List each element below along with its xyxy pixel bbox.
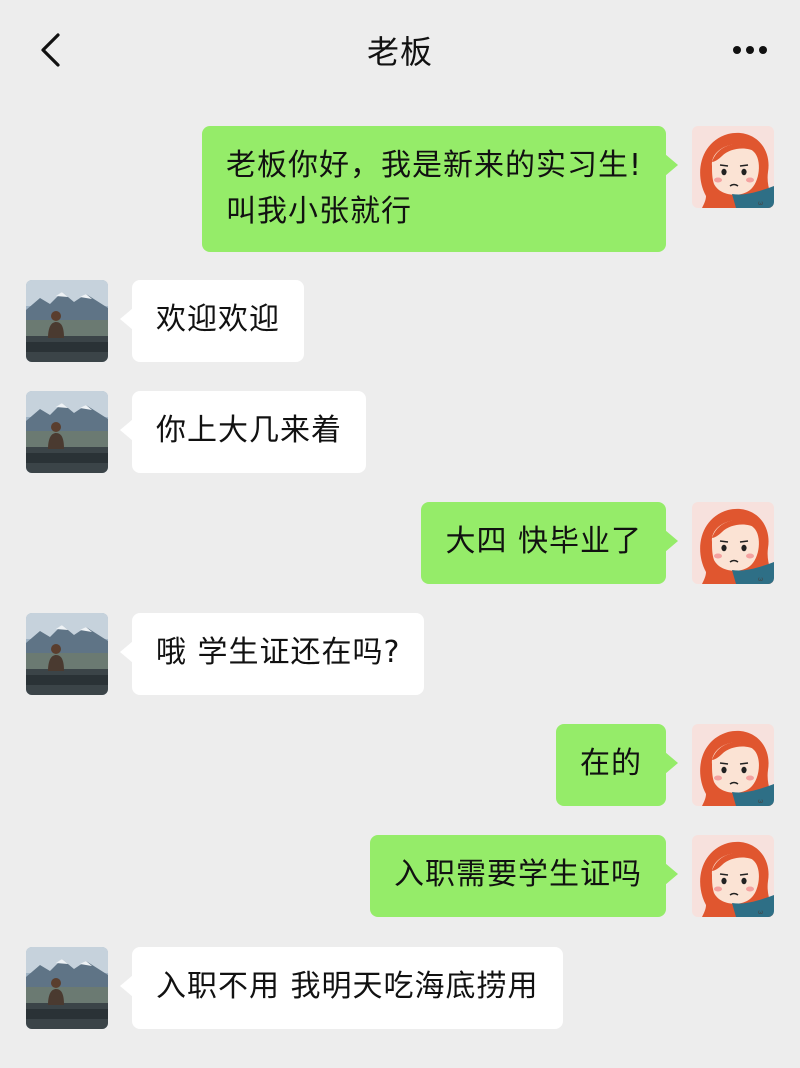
message-bubble-received[interactable]: 欢迎欢迎	[120, 280, 304, 362]
chat-screen: 老板 老板你好，我是新来的实习生! 叫我小张就行 欢迎欢迎 你上大几来着 大四 …	[0, 0, 800, 1068]
message-row-sent: 在的	[556, 724, 774, 806]
message-bubble-sent[interactable]: 入职需要学生证吗	[370, 835, 678, 917]
back-button[interactable]	[30, 28, 70, 72]
user-avatar[interactable]	[692, 724, 774, 806]
boss-avatar[interactable]	[26, 391, 108, 473]
user-avatar[interactable]	[692, 835, 774, 917]
more-dots-icon	[733, 46, 767, 54]
message-bubble-received[interactable]: 入职不用 我明天吃海底捞用	[120, 947, 563, 1029]
message-row-received: 入职不用 我明天吃海底捞用	[26, 947, 563, 1029]
message-row-received: 欢迎欢迎	[26, 280, 304, 362]
message-row-sent: 入职需要学生证吗	[370, 835, 774, 917]
message-row-sent: 老板你好，我是新来的实习生! 叫我小张就行	[201, 126, 774, 252]
chat-header: 老板	[0, 0, 800, 100]
message-bubble-sent[interactable]: 大四 快毕业了	[421, 502, 678, 584]
user-avatar[interactable]	[692, 126, 774, 208]
boss-avatar[interactable]	[26, 947, 108, 1029]
message-bubble-received[interactable]: 你上大几来着	[120, 391, 366, 473]
message-row-received: 哦 学生证还在吗?	[26, 613, 425, 695]
message-bubble-sent[interactable]: 老板你好，我是新来的实习生! 叫我小张就行	[201, 126, 679, 252]
user-avatar[interactable]	[692, 502, 774, 584]
more-button[interactable]	[730, 34, 770, 66]
boss-avatar[interactable]	[26, 613, 108, 695]
message-row-sent: 大四 快毕业了	[421, 502, 774, 584]
message-row-received: 你上大几来着	[26, 391, 366, 473]
chat-title: 老板	[366, 33, 433, 71]
message-bubble-sent[interactable]: 在的	[556, 724, 678, 806]
boss-avatar[interactable]	[26, 280, 108, 362]
message-bubble-received[interactable]: 哦 学生证还在吗?	[119, 613, 425, 695]
chevron-left-icon	[41, 33, 60, 67]
